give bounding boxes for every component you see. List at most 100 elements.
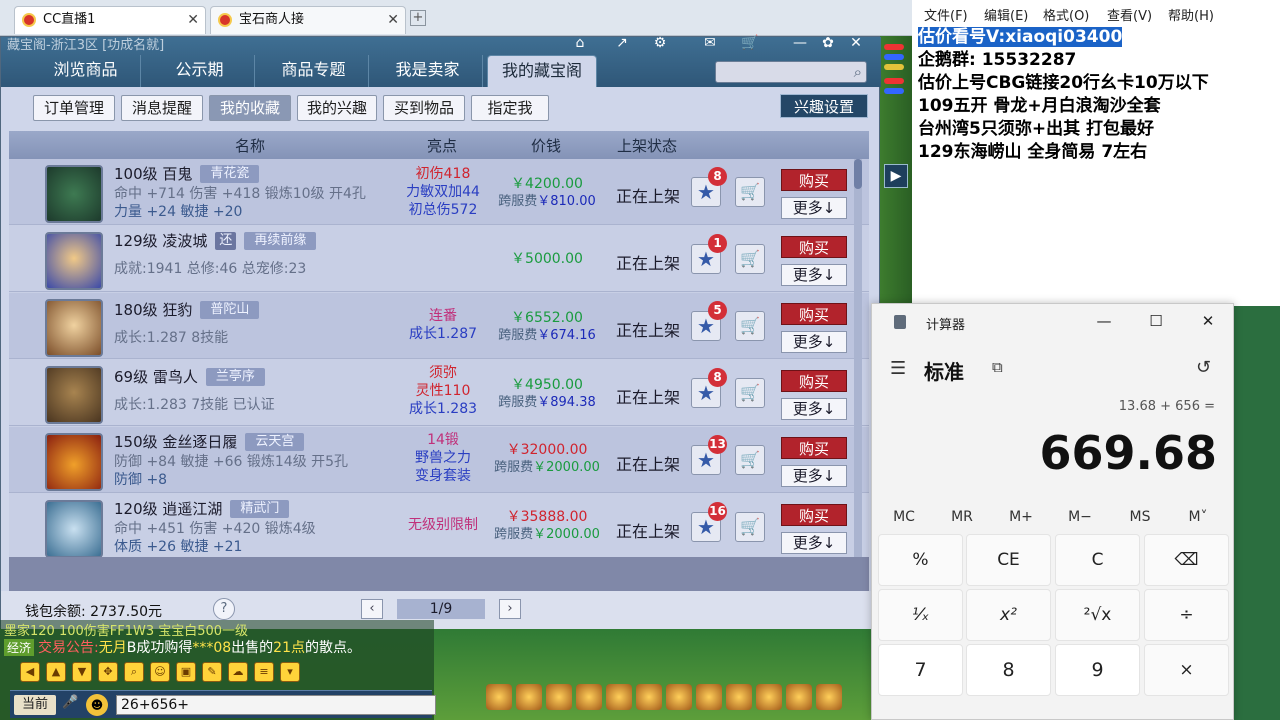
more-button[interactable]: 更多↓ [781, 532, 847, 554]
menu-format[interactable]: 格式(O) [1043, 5, 1089, 24]
menu-edit[interactable]: 编辑(E) [984, 5, 1028, 24]
square-button[interactable]: x² [966, 589, 1051, 641]
tab-my-pavilion[interactable]: 我的藏宝阁 [487, 55, 597, 87]
mall-icon[interactable] [726, 684, 752, 710]
percent-button[interactable]: % [878, 534, 963, 586]
digit-8-button[interactable]: 8 [966, 644, 1051, 696]
new-tab-button[interactable]: + [410, 10, 426, 26]
quest-icon[interactable] [666, 684, 692, 710]
tab-public[interactable]: 公示期 [145, 55, 255, 87]
cart-icon[interactable]: 🛒 [735, 378, 765, 408]
more-button[interactable]: 更多↓ [781, 264, 847, 286]
hamburger-menu-icon[interactable]: ☰ [890, 358, 906, 379]
attack-icon[interactable] [486, 684, 512, 710]
more-button[interactable]: 更多↓ [781, 197, 847, 219]
more-button[interactable]: 更多↓ [781, 331, 847, 353]
menu-help[interactable]: 帮助(H) [1168, 5, 1214, 24]
close-icon[interactable]: ✕ [847, 35, 865, 53]
message-icon[interactable]: ✉ [701, 35, 719, 53]
buy-button[interactable]: 购买 [781, 504, 847, 526]
keep-on-top-icon[interactable]: ⧉ [992, 358, 1003, 376]
share-icon[interactable]: ↗ [613, 35, 631, 53]
items-icon[interactable] [516, 684, 542, 710]
order-management-button[interactable]: 订单管理 [33, 95, 115, 121]
activity-icon[interactable] [786, 684, 812, 710]
message-reminder-button[interactable]: 消息提醒 [121, 95, 203, 121]
minimize-icon[interactable]: — [1094, 312, 1114, 330]
sqrt-button[interactable]: ²√x [1055, 589, 1140, 641]
give-icon[interactable] [546, 684, 572, 710]
memory-list-button[interactable]: M˅ [1178, 509, 1218, 525]
buy-button[interactable]: 购买 [781, 169, 847, 191]
home-icon[interactable]: ⌂ [571, 35, 589, 53]
browser-tab-cc[interactable]: CC直播1 ✕ [14, 6, 206, 34]
search-input[interactable]: ⌕ [715, 61, 867, 83]
close-tab-icon[interactable]: ✕ [187, 7, 199, 33]
friend-icon[interactable] [756, 684, 782, 710]
emoji-icon[interactable]: ☻ [86, 694, 108, 716]
tab-browse[interactable]: 浏览商品 [31, 55, 141, 87]
buy-button[interactable]: 购买 [781, 370, 847, 392]
tools-icon[interactable]: ⚙ [651, 35, 669, 53]
list-icon[interactable]: ≡ [254, 662, 274, 682]
backspace-button[interactable]: ⌫ [1144, 534, 1229, 586]
table-row[interactable]: 100级 百鬼 青花瓷 命中 +714 伤害 +418 锻炼10级 开4孔 力量 … [9, 159, 869, 225]
notepad-text[interactable]: 估价看号V:xiaoqi03400 企鹅群: 15532287 估价上号CBG链… [918, 26, 1278, 164]
mr-button[interactable]: MR [942, 509, 982, 525]
cart-icon[interactable]: 🛒 [735, 244, 765, 274]
move-icon[interactable]: ✥ [98, 662, 118, 682]
maximize-icon[interactable]: ☐ [1146, 312, 1166, 330]
friends-icon[interactable]: ☺ [150, 662, 170, 682]
table-scrollbar-thumb[interactable] [854, 159, 862, 189]
lock-icon[interactable]: ▣ [176, 662, 196, 682]
menu-file[interactable]: 文件(F) [924, 5, 968, 24]
arrow-down-icon[interactable]: ▼ [72, 662, 92, 682]
dropdown-icon[interactable]: ▾ [280, 662, 300, 682]
ms-button[interactable]: MS [1120, 509, 1160, 525]
gang-icon[interactable] [696, 684, 722, 710]
table-row[interactable]: 129级 凌波城还再续前缘 成就:1941 总修:46 总宠修:23 ￥5000… [9, 226, 869, 292]
cart-icon[interactable]: 🛒 [741, 35, 759, 53]
microphone-icon[interactable]: 🎤 [62, 695, 80, 715]
clear-button[interactable]: C [1055, 534, 1140, 586]
trade-icon[interactable] [576, 684, 602, 710]
m-minus-button[interactable]: M− [1060, 509, 1100, 525]
pen-icon[interactable]: ✎ [202, 662, 222, 682]
cart-icon[interactable]: 🛒 [735, 512, 765, 542]
buy-button[interactable]: 购买 [781, 236, 847, 258]
menu-view[interactable]: 查看(V) [1107, 5, 1152, 24]
bought-items-button[interactable]: 买到物品 [383, 95, 465, 121]
m-plus-button[interactable]: M+ [1001, 509, 1041, 525]
help-icon[interactable]: ? [213, 598, 235, 620]
search-icon[interactable]: ⌕ [854, 63, 862, 81]
interest-settings-button[interactable]: 兴趣设置 [780, 94, 868, 118]
close-icon[interactable]: ✕ [1198, 312, 1218, 330]
reciprocal-button[interactable]: ¹⁄ₓ [878, 589, 963, 641]
prev-page-button[interactable]: ‹ [361, 599, 383, 619]
table-row[interactable]: 150级 金丝逐日履 云天宫 防御 +84 敏捷 +66 锻炼14级 开5孔 防御… [9, 427, 869, 493]
search-icon[interactable]: ⌕ [124, 662, 144, 682]
divide-button[interactable]: ÷ [1144, 589, 1229, 641]
team-icon[interactable] [606, 684, 632, 710]
pet-icon[interactable] [636, 684, 662, 710]
minimize-icon[interactable]: — [791, 35, 809, 53]
clear-entry-button[interactable]: CE [966, 534, 1051, 586]
table-row[interactable]: 69级 雷鸟人 兰亭序 成长:1.283 7技能 已认证 须弥 灵性110 成长1… [9, 360, 869, 426]
settings-icon[interactable]: ✿ [819, 35, 837, 53]
multiply-button[interactable]: × [1144, 644, 1229, 696]
cart-icon[interactable]: 🛒 [735, 177, 765, 207]
digit-7-button[interactable]: 7 [878, 644, 963, 696]
table-row[interactable]: 120级 逍遥江湖 精武门 命中 +451 伤害 +420 锻炼4级 体质 +26… [9, 494, 869, 557]
buy-button[interactable]: 购买 [781, 437, 847, 459]
cart-icon[interactable]: 🛒 [735, 445, 765, 475]
table-scrollbar-track[interactable] [854, 159, 862, 557]
digit-9-button[interactable]: 9 [1055, 644, 1140, 696]
designated-me-button[interactable]: 指定我 [471, 95, 549, 121]
arrow-up-icon[interactable]: ▲ [46, 662, 66, 682]
history-icon[interactable]: ↺ [1196, 357, 1211, 378]
play-icon[interactable]: ▶ [884, 164, 908, 188]
my-favorites-button[interactable]: 我的收藏 [209, 95, 291, 121]
table-row[interactable]: 180级 狂豹 普陀山 成长:1.287 8技能 连番 成长1.287 ￥6552… [9, 293, 869, 359]
more-button[interactable]: 更多↓ [781, 465, 847, 487]
more-button[interactable]: 更多↓ [781, 398, 847, 420]
